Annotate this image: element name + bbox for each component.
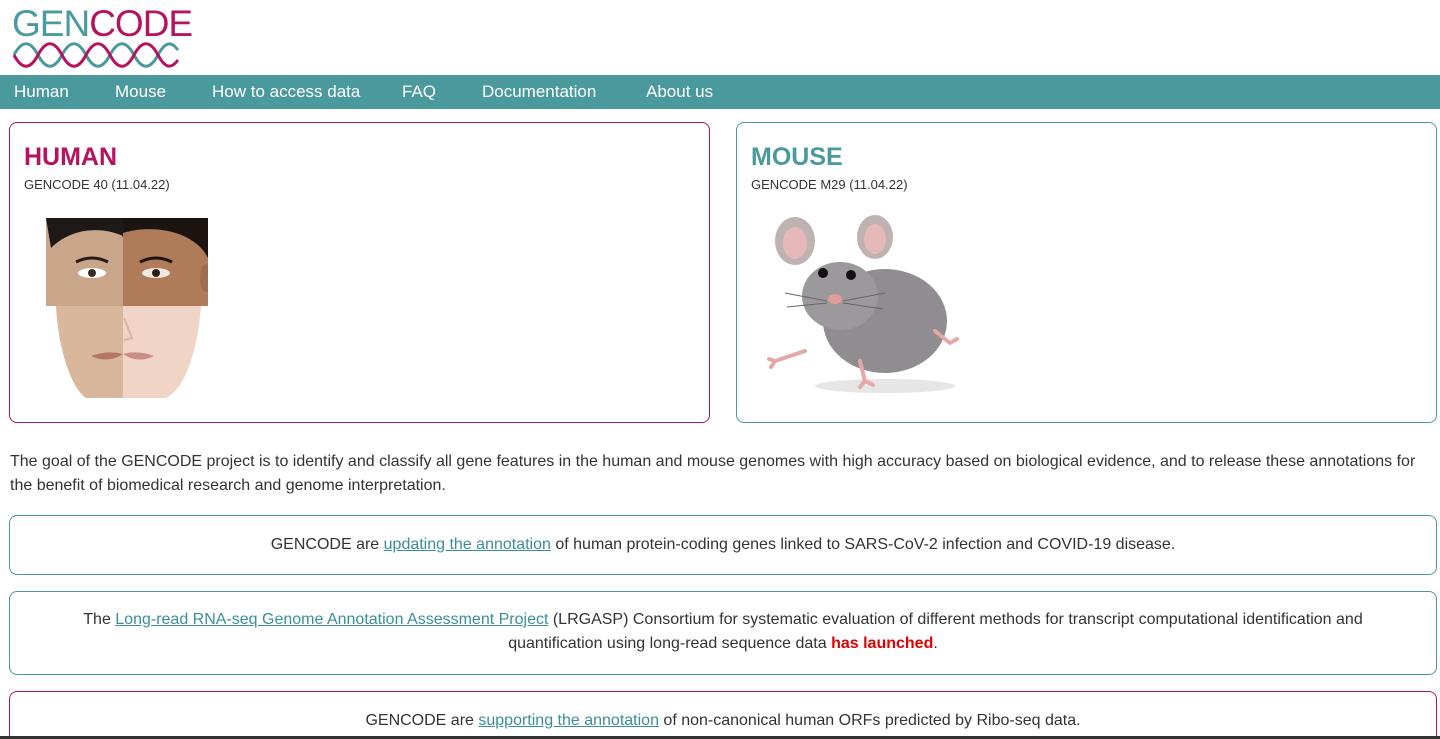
nav-item-documentation[interactable]: Documentation [482,75,596,109]
news-riboseq-link[interactable]: supporting the annotation [478,712,659,729]
nav-item-human[interactable]: Human [14,75,69,109]
gencode-logo[interactable]: GENCODE [12,5,193,70]
main-navbar: Human Mouse How to access data FAQ Docum… [0,75,1440,109]
human-faces-image[interactable] [46,218,208,398]
news-covid-link[interactable]: updating the annotation [384,536,551,553]
news-lrgasp: The Long-read RNA-seq Genome Annotation … [9,591,1437,675]
mouse-release-label: GENCODE M29 (11.04.22) [751,177,908,192]
news-covid-suffix: of human protein-coding genes linked to … [550,536,1176,553]
news-lrgasp-alert: has launched [831,635,934,652]
project-goal-text: The goal of the GENCODE project is to id… [10,453,1416,494]
nav-item-faq[interactable]: FAQ [402,75,436,109]
human-card-title: HUMAN [24,143,118,171]
news-lrgasp-suffix: . [933,635,938,652]
human-card[interactable]: HUMAN GENCODE 40 (11.04.22) [9,122,710,423]
logo-part-code: CODE [89,3,193,44]
news-covid: GENCODE are updating the annotation of h… [9,515,1437,575]
news-covid-prefix: GENCODE are [270,536,384,553]
human-release-label: GENCODE 40 (11.04.22) [24,177,170,192]
nav-item-how-to-access-data[interactable]: How to access data [212,75,360,109]
news-riboseq: GENCODE are supporting the annotation of… [9,691,1437,739]
logo-wordmark: GENCODE [12,3,193,44]
nav-item-about-us[interactable]: About us [646,75,713,109]
nav-item-mouse[interactable]: Mouse [115,75,166,109]
mouse-card[interactable]: MOUSE GENCODE M29 (11.04.22) [736,122,1437,423]
news-lrgasp-link[interactable]: Long-read RNA-seq Genome Annotation Asse… [115,611,548,628]
news-riboseq-prefix: GENCODE are [365,712,479,729]
news-lrgasp-prefix: The [83,611,116,628]
mouse-image[interactable] [765,211,965,396]
mouse-card-title: MOUSE [751,143,843,171]
dna-helix-icon [12,42,180,68]
news-riboseq-suffix: of non-canonical human ORFs predicted by… [658,712,1081,729]
logo-part-gen: GEN [12,3,90,44]
